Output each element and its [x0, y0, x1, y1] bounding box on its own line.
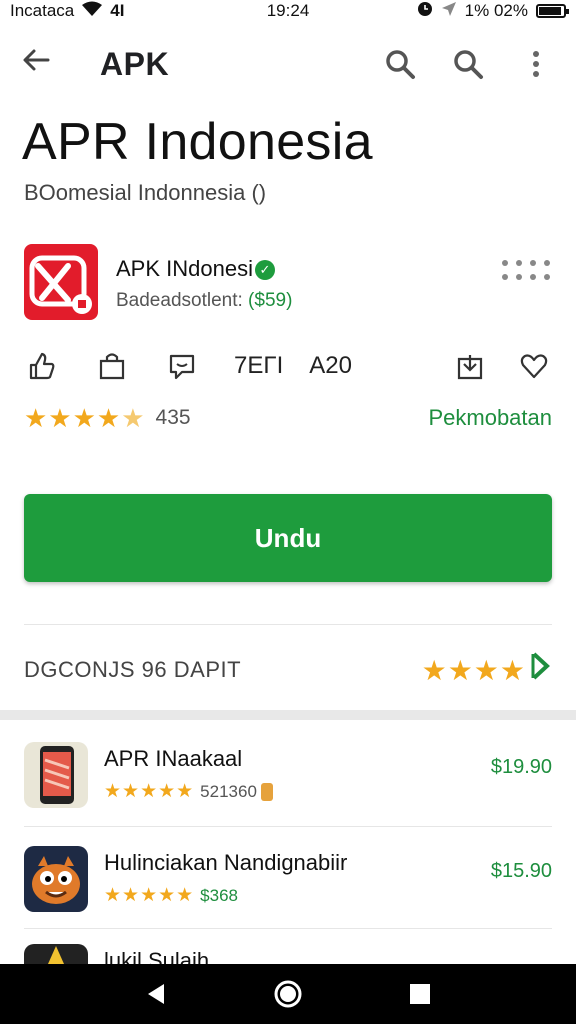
nav-home-button[interactable] — [268, 974, 308, 1014]
status-right: 1% 02% — [417, 1, 569, 22]
system-nav-bar — [0, 964, 576, 1024]
related-app-meta: ★★★★★ 521360 — [104, 780, 273, 803]
alarm-icon — [417, 1, 433, 22]
nav-back-button[interactable] — [136, 974, 176, 1014]
reviews-label: DGCONJS 96 DAPIT — [24, 657, 242, 682]
related-app-stars: ★★★★★ — [104, 781, 195, 802]
related-app-price: $19.90 — [490, 756, 552, 778]
developer-name: Badeadsotlent: — [116, 290, 243, 311]
app-logo-icon — [29, 255, 92, 314]
app-name-text: APK INdonesi — [116, 256, 253, 281]
action-text-2: A20 — [309, 352, 352, 379]
rating-stars: ★★★★★ — [24, 403, 146, 434]
app-bar-title: APK — [100, 45, 170, 82]
divider — [24, 826, 552, 827]
recommend-link[interactable]: Pekmobatan — [428, 405, 552, 431]
action-text-1: 7EΓI — [234, 352, 284, 379]
related-app-count: 521360 — [200, 781, 257, 801]
search-button-secondary[interactable] — [448, 44, 488, 84]
page-subtitle: BOomesial Indonnesia () — [24, 180, 267, 205]
overflow-menu-button[interactable] — [516, 44, 556, 84]
wifi-icon — [82, 1, 103, 22]
related-app-item[interactable]: lukil Sulaih — [24, 944, 552, 964]
rating-row: ★★★★★ 435 Pekmobatan — [24, 402, 552, 434]
related-app-item[interactable]: APR INaakaal ★★★★★ 521360 $19.90 — [24, 742, 552, 814]
thumbs-up-icon — [29, 352, 55, 380]
status-bar: Incataca 4I 19:24 1% 02% — [0, 0, 576, 22]
triangle-back-icon — [148, 984, 164, 1004]
page-title: APR Indonesia — [22, 113, 373, 171]
app-bar: APK — [0, 36, 576, 92]
wishlist-button[interactable] — [516, 348, 552, 384]
status-time: 19:24 — [266, 1, 310, 20]
related-app-name: Hulinciakan Nandignabiir — [104, 850, 348, 875]
battery-label: 1% 02% — [464, 1, 528, 20]
app-name: APK INdonesi ✓ — [116, 256, 275, 282]
reviews-stars: ★★★★ — [421, 654, 526, 686]
related-app-icon — [24, 944, 88, 964]
related-app-icon — [24, 742, 88, 808]
square-recents-icon — [410, 984, 430, 1004]
arrow-left-icon — [23, 49, 50, 71]
verified-badge-icon: ✓ — [254, 260, 275, 281]
grid-dots-button[interactable] — [502, 260, 552, 284]
related-app-name: lukil Sulaih — [104, 948, 210, 964]
app-developer: Badeadsotlent: ($59) — [116, 290, 292, 312]
chat-button[interactable] — [164, 348, 200, 384]
install-button[interactable]: Undu — [24, 494, 552, 582]
section-separator — [0, 710, 576, 720]
back-button[interactable] — [20, 44, 60, 84]
bag-icon — [99, 353, 125, 380]
coin-icon — [260, 782, 273, 801]
app-icon — [24, 244, 98, 320]
battery-icon — [536, 4, 569, 18]
related-app-stars: ★★★★★ — [104, 885, 195, 906]
divider — [24, 624, 552, 625]
status-left: Incataca 4I — [10, 1, 124, 22]
chat-icon — [169, 354, 195, 380]
divider — [24, 928, 552, 929]
search-icon — [386, 50, 415, 79]
heart-icon — [520, 354, 548, 379]
related-app-icon — [24, 846, 88, 912]
circle-home-icon — [274, 980, 302, 1008]
carrier-label: Incataca — [10, 1, 75, 20]
search-icon — [454, 50, 483, 79]
related-app-item[interactable]: Hulinciakan Nandignabiir ★★★★★ $368 $15.… — [24, 846, 552, 918]
more-vert-icon — [533, 51, 539, 77]
rating-stars-full: ★★★★ — [24, 402, 122, 433]
rating-count: 435 — [155, 406, 191, 429]
rating-star-half: ★ — [121, 402, 146, 433]
related-app-name: APR INaakaal — [104, 746, 243, 771]
install-later-button[interactable] — [452, 348, 488, 384]
search-button[interactable] — [380, 44, 420, 84]
chevron-right-icon — [530, 651, 552, 689]
app-price: ($59) — [248, 290, 293, 311]
signal-label: 4I — [110, 1, 125, 20]
app-card[interactable]: APK INdonesi ✓ Badeadsotlent: ($59) — [24, 244, 552, 322]
location-icon — [441, 1, 457, 22]
share-button[interactable] — [24, 348, 60, 384]
download-box-icon — [457, 355, 483, 380]
related-app-price: $15.90 — [490, 860, 552, 882]
related-app-count: $368 — [200, 885, 238, 905]
nav-recents-button[interactable] — [400, 974, 440, 1014]
reviews-row[interactable]: DGCONJS 96 DAPIT ★★★★ — [24, 650, 552, 690]
bookmark-button[interactable] — [94, 348, 130, 384]
action-row: 7EΓI A20 — [24, 346, 552, 386]
related-app-meta: ★★★★★ $368 — [104, 884, 238, 907]
